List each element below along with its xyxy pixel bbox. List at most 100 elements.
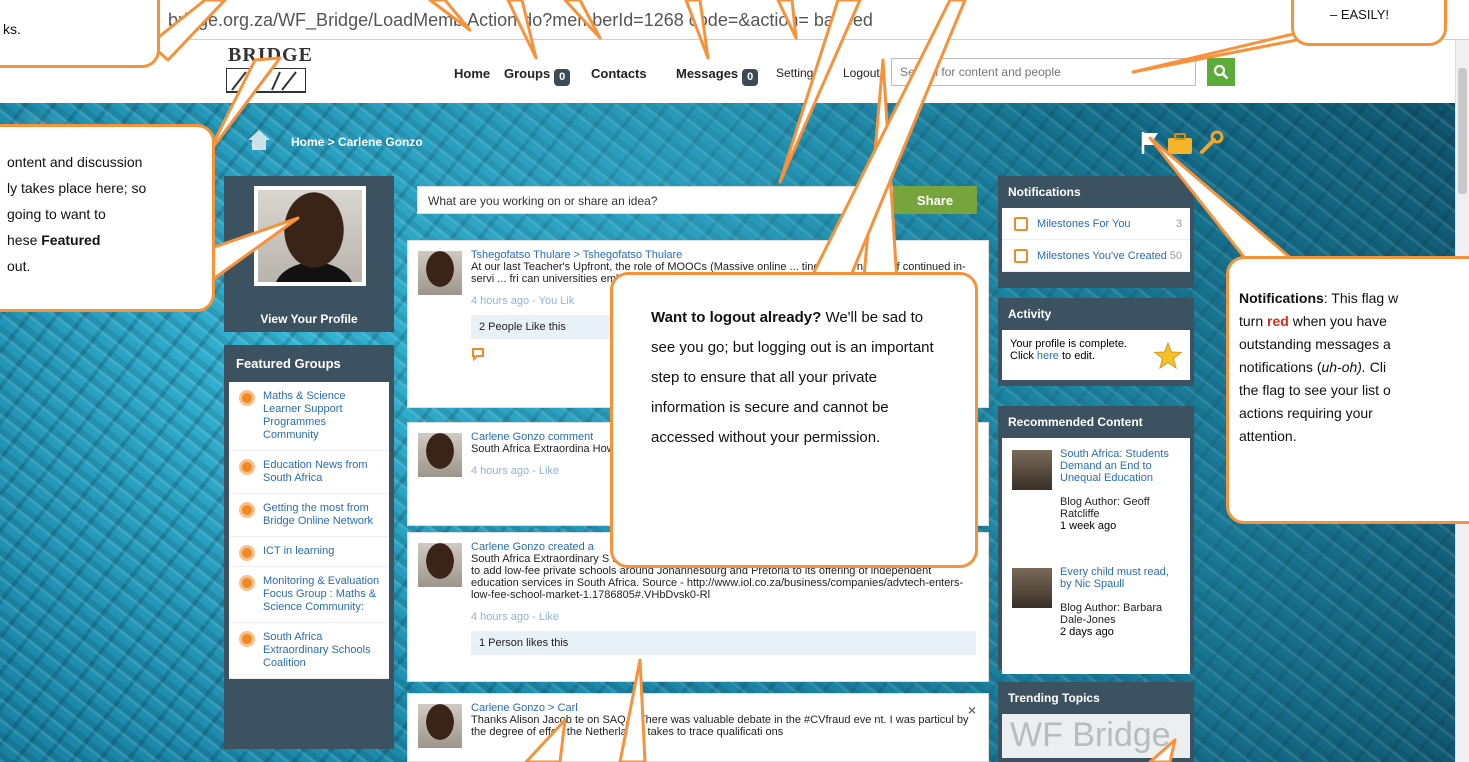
callout-featured-bold: Featured [41, 232, 101, 248]
callout-notif-italic: uh-oh). [1321, 359, 1366, 375]
recommended-item[interactable]: South Africa: Students Demand an End to … [1002, 438, 1190, 556]
url-text: bridge.org.za/WF_Bridge/LoadMemb Action.… [168, 10, 873, 30]
avatar[interactable] [254, 186, 366, 286]
feed-post: Carlene Gonzo > Carl Thanks Alison Jacob… [407, 693, 989, 762]
view-profile-link[interactable]: View Your Profile [224, 312, 394, 326]
home-icon[interactable] [246, 128, 272, 152]
post-author[interactable]: Tshegofatso Thulare > Tshegofatso Thular… [471, 249, 976, 261]
comment-icon[interactable] [471, 347, 485, 362]
close-icon[interactable]: × [968, 702, 976, 718]
callout-top-right-text: – EASILY! [1330, 7, 1390, 22]
nav-messages[interactable]: Messages 0 [676, 66, 759, 86]
featured-groups-title: Featured Groups [236, 356, 341, 371]
post-author[interactable]: Carlene Gonzo > Carl [471, 702, 976, 714]
activity-title: Activity [1008, 307, 1052, 321]
featured-group-label: Maths & Science Learner Support Programm… [263, 390, 346, 441]
alarm-clock-icon [1014, 217, 1028, 231]
group-icon [239, 502, 255, 518]
recommended-panel: Recommended Content South Africa: Studen… [998, 406, 1194, 674]
recommended-item[interactable]: Every child must read, by Nic Spaull Blo… [1002, 556, 1190, 674]
groups-count-badge: 0 [554, 69, 571, 86]
nav-groups[interactable]: Groups 0 [504, 66, 571, 86]
notification-label: Milestones For You [1037, 218, 1131, 230]
wrench-icon[interactable] [1200, 130, 1224, 154]
profile-card: View Your Profile [224, 176, 394, 332]
activity-click-pre: Click [1010, 350, 1037, 362]
callout-featured-line4: hese Featured [7, 227, 212, 253]
callout-notif-red: red [1267, 313, 1289, 329]
post-meta[interactable]: 4 hours ago - Like [471, 611, 976, 623]
callout-logout-text: We'll be sad to see you go; but logging … [651, 309, 934, 446]
callout-notif-bold: Notifications [1239, 290, 1324, 306]
callout-notif-t9: attention. [1239, 428, 1297, 444]
recommended-thumbnail[interactable] [1012, 450, 1052, 490]
featured-group-item[interactable]: ICT in learning [229, 537, 389, 567]
nav-messages-label: Messages [676, 66, 739, 81]
edit-profile-link[interactable]: here [1037, 350, 1059, 362]
featured-group-label: South Africa Extraordinary Schools Coali… [263, 631, 371, 669]
featured-group-label: Monitoring & Evaluation Focus Group : Ma… [263, 575, 380, 613]
breadcrumb[interactable]: Home > Carlene Gonzo [291, 135, 423, 149]
search-button[interactable] [1207, 58, 1235, 86]
callout-notif-t2: turn [1239, 313, 1268, 329]
calendar-icon [1014, 249, 1028, 263]
nav-groups-label: Groups [504, 66, 551, 81]
callout-notifications: Notifications: This flag w turn red when… [1226, 256, 1469, 524]
callout-notif-t7: the flag to see your list o [1239, 382, 1391, 398]
callout-top-left: ks. [0, 0, 160, 68]
post-text: Thanks Alison Jacob te on SAQA. There wa… [471, 714, 969, 738]
group-icon [239, 390, 255, 406]
messages-count-badge: 0 [742, 69, 759, 86]
notification-item[interactable]: Milestones For You 3 [1002, 208, 1190, 240]
featured-groups-panel: Featured Groups Maths & Science Learner … [224, 345, 394, 749]
share-button[interactable]: Share [893, 186, 977, 214]
featured-group-label: ICT in learning [263, 545, 335, 557]
notifications-panel: Notifications Milestones For You 3 Milest… [998, 176, 1194, 288]
site-header: BRIDGE Home Groups 0 Contacts Messages 0 S… [0, 40, 1469, 103]
callout-logout: Want to logout already? We'll be sad to … [610, 272, 978, 568]
bridge-logo[interactable]: BRIDGE [226, 44, 312, 96]
callout-notif-t1: : This flag w [1323, 290, 1399, 306]
callout-featured-line5: out. [7, 258, 31, 274]
search-input[interactable] [891, 58, 1196, 86]
nav-contacts[interactable]: Contacts [591, 66, 647, 81]
tag-cloud[interactable]: WF Bridge [1002, 714, 1190, 757]
callout-featured: ontent and discussion ly takes place her… [0, 124, 215, 312]
callout-featured-line1: ontent and discussion [7, 154, 143, 170]
notification-item[interactable]: Milestones You've Created 50 [1002, 240, 1190, 272]
featured-group-item[interactable]: Getting the most from Bridge Online Netw… [229, 494, 389, 537]
callout-top-left-text: ks. [3, 21, 21, 37]
notifications-title: Notifications [1008, 185, 1081, 199]
post-avatar[interactable] [418, 704, 462, 748]
featured-group-label: Education News from South Africa [263, 459, 368, 484]
post-likes[interactable]: 1 Person likes this [471, 631, 976, 655]
flag-icon[interactable] [1141, 132, 1158, 154]
featured-group-label: Getting the most from Bridge Online Netw… [263, 502, 374, 527]
nav-logout[interactable]: Logout [843, 66, 880, 80]
briefcase-icon[interactable] [1168, 133, 1192, 154]
post-avatar[interactable] [418, 433, 462, 477]
post-avatar[interactable] [418, 251, 462, 295]
logo-text: BRIDGE [228, 44, 313, 66]
recommended-time: 1 week ago [1060, 520, 1117, 532]
featured-group-item[interactable]: Education News from South Africa [229, 451, 389, 494]
featured-group-item[interactable]: Maths & Science Learner Support Programm… [229, 382, 389, 451]
logo-mark-icon [226, 68, 306, 93]
recommended-author: Blog Author: Geoff Ratcliffe [1060, 496, 1150, 520]
nav-settings[interactable]: Setting [776, 66, 813, 80]
address-bar[interactable]: bridge.org.za/WF_Bridge/LoadMemb Action.… [0, 0, 1469, 40]
featured-group-item[interactable]: Monitoring & Evaluation Focus Group : Ma… [229, 567, 389, 623]
callout-top-right: – EASILY! [1291, 0, 1447, 46]
trending-panel: Trending Topics WF Bridge [998, 682, 1194, 762]
group-icon [239, 575, 255, 591]
recommended-link[interactable]: Every child must read, by Nic Spaull [1060, 566, 1182, 590]
search-icon [1213, 64, 1229, 80]
callout-featured-line3: going to want to [7, 206, 106, 222]
scrollbar-thumb[interactable] [1458, 68, 1467, 194]
notification-count: 3 [1175, 218, 1182, 230]
post-avatar[interactable] [418, 543, 462, 587]
nav-home[interactable]: Home [454, 66, 490, 81]
featured-group-item[interactable]: South Africa Extraordinary Schools Coali… [229, 623, 389, 679]
recommended-thumbnail[interactable] [1012, 568, 1052, 608]
recommended-link[interactable]: South Africa: Students Demand an End to … [1060, 448, 1182, 484]
